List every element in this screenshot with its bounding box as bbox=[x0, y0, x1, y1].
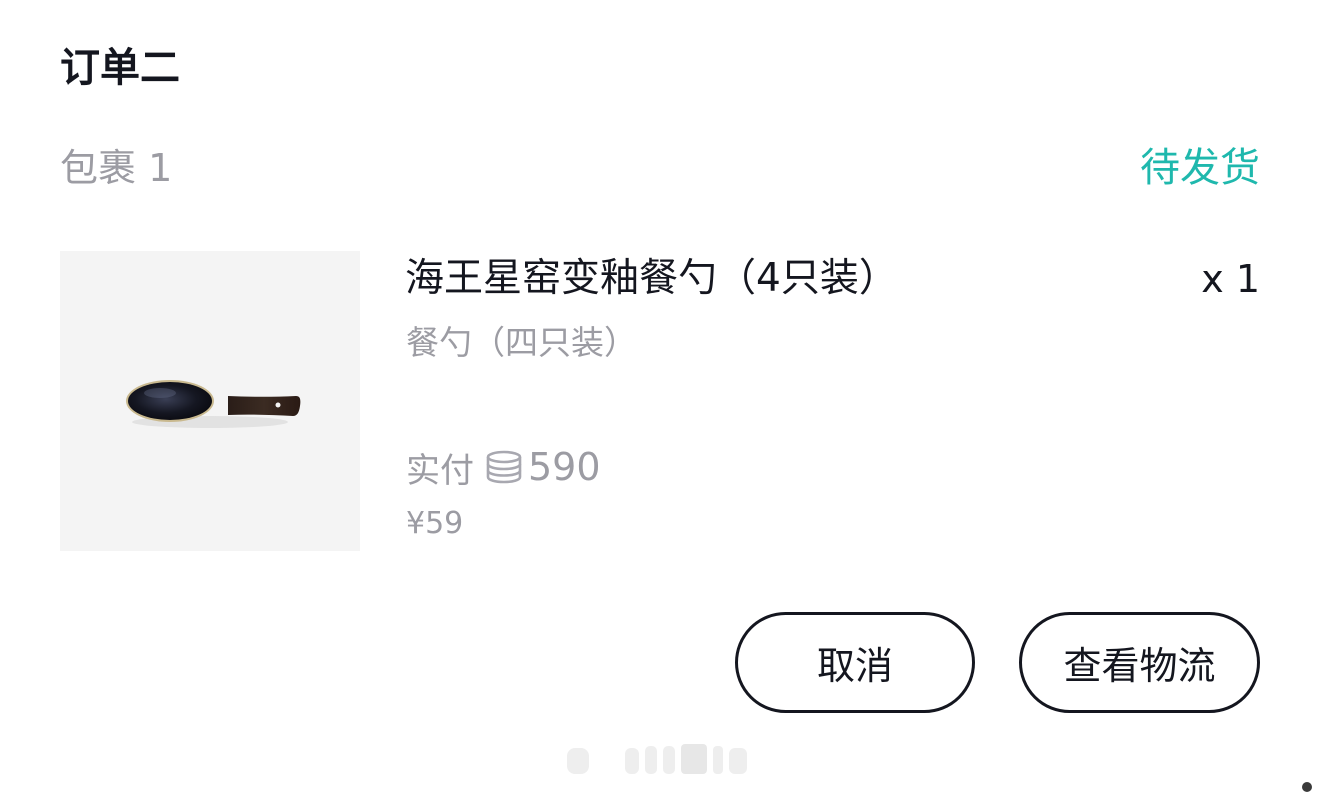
order-title: 订单二 bbox=[60, 45, 180, 91]
paid-amount: 实付 590 bbox=[406, 442, 601, 492]
paid-label: 实付 bbox=[406, 450, 474, 491]
product-price: ¥59 bbox=[406, 506, 464, 541]
paid-value: 590 bbox=[528, 445, 601, 489]
watermark bbox=[567, 744, 747, 774]
product-name[interactable]: 海王星窑变釉餐勺（4只装） bbox=[405, 252, 898, 306]
product-variant: 餐勺（四只装） bbox=[406, 323, 637, 362]
cancel-button[interactable]: 取消 bbox=[735, 612, 975, 713]
status-badge: 待发货 bbox=[1140, 145, 1260, 191]
product-quantity: x 1 bbox=[1201, 257, 1260, 301]
spoon-icon bbox=[126, 380, 301, 428]
view-logistics-button[interactable]: 查看物流 bbox=[1019, 612, 1260, 713]
product-image[interactable] bbox=[60, 251, 360, 551]
package-label: 包裹 1 bbox=[60, 145, 173, 190]
coin-stack-icon bbox=[484, 450, 524, 484]
package-header: 包裹 1 待发货 bbox=[60, 136, 1260, 192]
